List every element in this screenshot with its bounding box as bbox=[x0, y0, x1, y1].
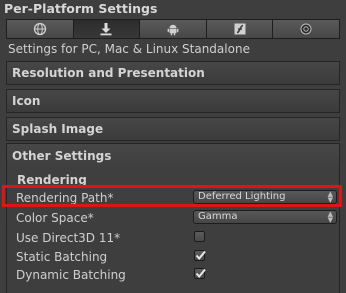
dynamic-batching-label: Dynamic Batching bbox=[16, 268, 126, 282]
section-resolution-presentation[interactable]: Resolution and Presentation bbox=[6, 61, 340, 85]
rendering-heading: Rendering bbox=[17, 173, 87, 187]
rendering-path-value: Deferred Lighting bbox=[198, 191, 286, 202]
checkmark-icon bbox=[195, 250, 206, 261]
tab-blackberry[interactable] bbox=[273, 20, 339, 38]
section-title[interactable]: Other Settings bbox=[12, 149, 111, 163]
window-title: Per-Platform Settings bbox=[0, 0, 346, 18]
section-icon[interactable]: Icon bbox=[6, 89, 340, 113]
android-icon bbox=[167, 24, 179, 36]
blackberry-icon bbox=[300, 23, 312, 35]
rendering-path-row: Rendering Path* Deferred Lighting ▲ ▼ bbox=[16, 189, 337, 207]
color-space-row: Color Space* Gamma ▲ ▼ bbox=[16, 209, 337, 227]
static-batching-row: Static Batching bbox=[16, 248, 336, 266]
use-direct3d11-row: Use Direct3D 11* bbox=[16, 229, 336, 247]
dropdown-arrows-icon: ▲ ▼ bbox=[327, 190, 333, 204]
use-direct3d11-checkbox[interactable] bbox=[194, 231, 205, 242]
section-title: Icon bbox=[12, 94, 41, 108]
static-batching-checkbox[interactable] bbox=[194, 250, 206, 261]
platform-tabs bbox=[6, 19, 340, 39]
download-icon bbox=[100, 23, 112, 36]
section-splash-image[interactable]: Splash Image bbox=[6, 117, 340, 141]
platform-caption: Settings for PC, Mac & Linux Standalone bbox=[8, 42, 250, 56]
flash-icon bbox=[234, 23, 246, 35]
tab-standalone[interactable] bbox=[73, 20, 141, 38]
color-space-value: Gamma bbox=[198, 211, 238, 222]
dynamic-batching-row: Dynamic Batching bbox=[16, 266, 336, 284]
section-title: Splash Image bbox=[12, 122, 104, 136]
dropdown-arrows-icon: ▲ ▼ bbox=[327, 210, 333, 224]
static-batching-label: Static Batching bbox=[16, 250, 108, 264]
color-space-label: Color Space* bbox=[16, 211, 94, 225]
rendering-path-label: Rendering Path* bbox=[16, 191, 114, 205]
globe-icon bbox=[33, 22, 46, 36]
section-title: Resolution and Presentation bbox=[12, 66, 205, 80]
use-direct3d11-label: Use Direct3D 11* bbox=[16, 231, 121, 245]
tab-android[interactable] bbox=[140, 20, 207, 38]
tab-standalone-web[interactable] bbox=[7, 20, 74, 38]
tab-flash[interactable] bbox=[206, 20, 274, 38]
rendering-path-dropdown[interactable]: Deferred Lighting ▲ ▼ bbox=[193, 190, 337, 204]
color-space-dropdown[interactable]: Gamma ▲ ▼ bbox=[193, 210, 337, 224]
dynamic-batching-checkbox[interactable] bbox=[194, 268, 206, 279]
checkmark-icon bbox=[195, 268, 206, 279]
